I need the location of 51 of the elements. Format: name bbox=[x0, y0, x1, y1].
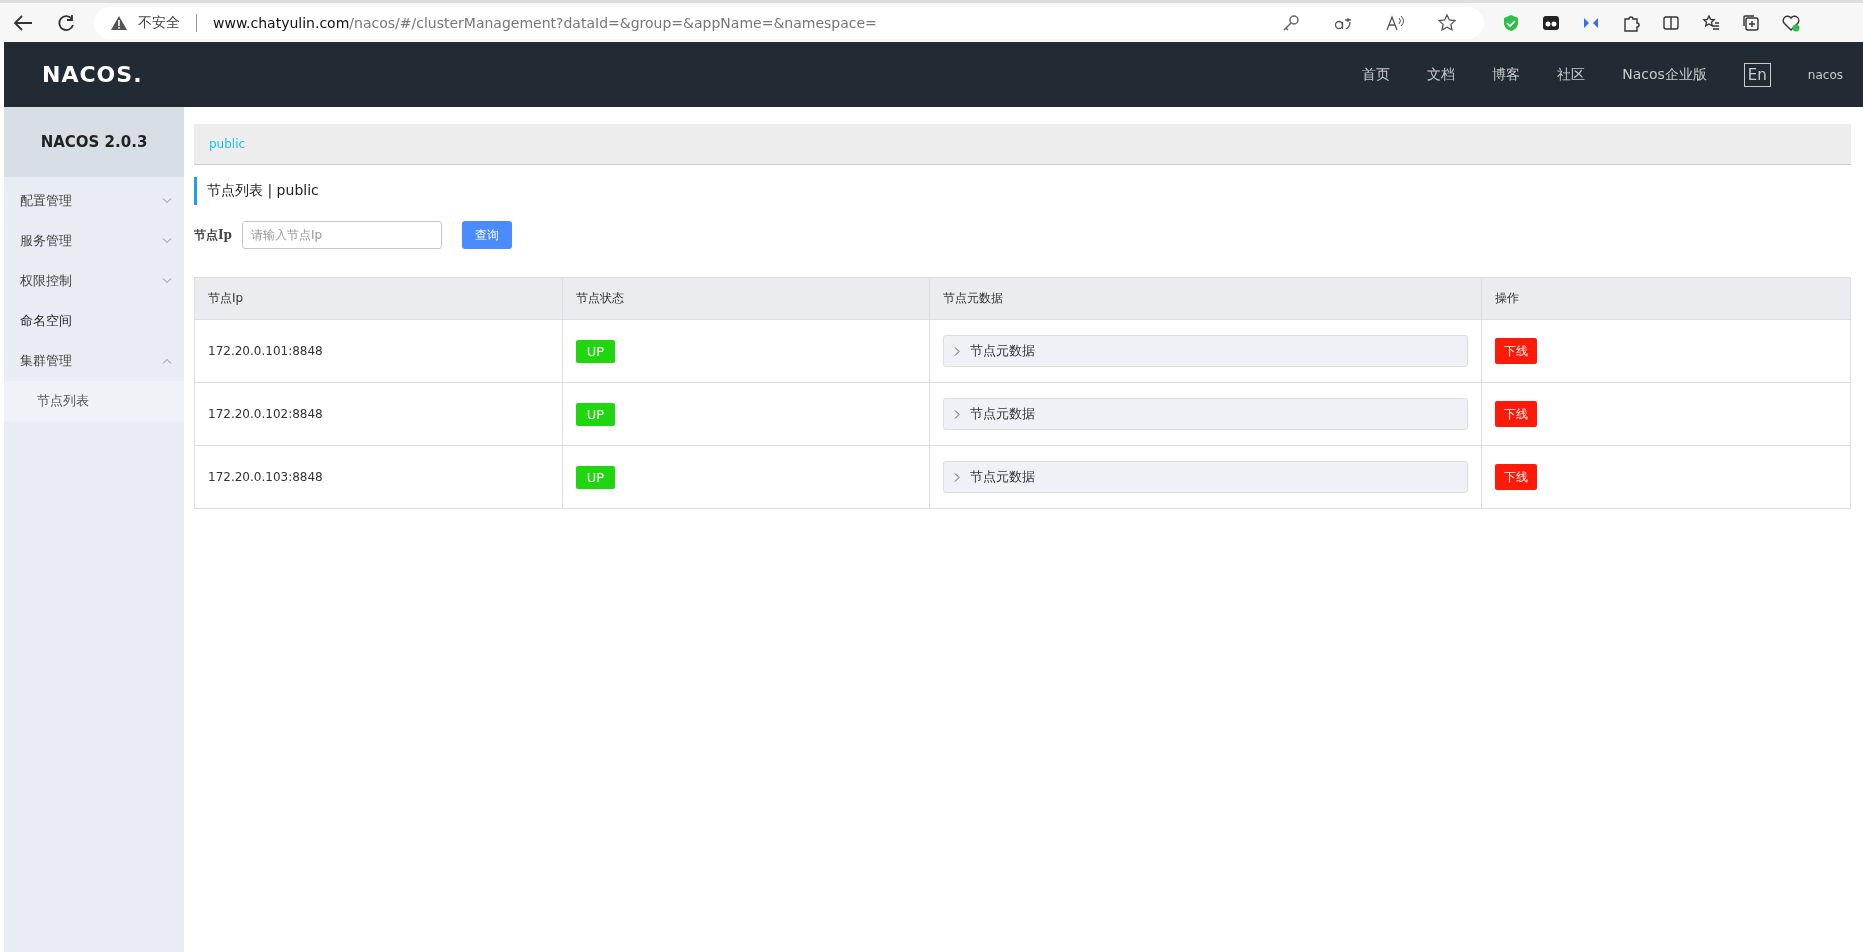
metadata-collapse[interactable]: 节点元数据 bbox=[943, 461, 1468, 493]
column-header: 节点状态 bbox=[562, 277, 930, 320]
language-toggle[interactable]: En bbox=[1743, 62, 1771, 87]
table-cell: 172.20.0.103:8848 bbox=[194, 445, 563, 509]
table-cell: 172.20.0.101:8848 bbox=[194, 319, 563, 383]
favorites-icon[interactable] bbox=[1702, 13, 1720, 32]
address-url[interactable]: www.chatyulin.com/nacos/#/clusterManagement?dataId=&group=&appName=&namespace= bbox=[213, 14, 877, 31]
column-header: 节点Ip bbox=[194, 277, 563, 320]
sidebar-item[interactable]: 配置管理 bbox=[4, 181, 184, 221]
sidebar-item[interactable]: 权限控制 bbox=[4, 261, 184, 301]
sidebar-item[interactable]: 服务管理 bbox=[4, 221, 184, 261]
metadata-collapse[interactable]: 节点元数据 bbox=[943, 398, 1468, 430]
nav-link[interactable]: 博客 bbox=[1492, 65, 1521, 84]
status-badge: UP bbox=[575, 402, 615, 426]
key-icon[interactable] bbox=[1282, 13, 1300, 32]
collections-icon[interactable] bbox=[1742, 13, 1760, 32]
nav-link[interactable]: 社区 bbox=[1557, 65, 1586, 84]
extension-badge-icon[interactable] bbox=[1542, 13, 1560, 32]
offline-button[interactable]: 下线 bbox=[1494, 338, 1537, 364]
reload-icon[interactable] bbox=[56, 12, 76, 33]
warning-icon bbox=[110, 14, 128, 31]
chevron-icon bbox=[954, 472, 961, 482]
field-label: 节点Ip bbox=[194, 226, 233, 244]
ip-search-field[interactable]: 请输入节点Ip bbox=[242, 221, 442, 249]
back-icon[interactable] bbox=[12, 12, 34, 33]
star-icon[interactable] bbox=[1438, 13, 1456, 32]
column-header: 操作 bbox=[1481, 277, 1851, 320]
sidebar-item[interactable]: 集群管理 bbox=[4, 341, 184, 381]
health-icon[interactable] bbox=[1782, 13, 1800, 32]
read-aloud-icon[interactable] bbox=[1386, 13, 1404, 32]
page-title: 节点列表 | public bbox=[194, 177, 1851, 205]
security-label[interactable]: 不安全 bbox=[138, 13, 180, 32]
status-badge: UP bbox=[575, 339, 615, 363]
chevron-icon bbox=[954, 409, 961, 419]
column-header: 节点元数据 bbox=[929, 277, 1482, 320]
nav-link[interactable]: 文档 bbox=[1427, 65, 1456, 84]
metadata-collapse[interactable]: 节点元数据 bbox=[943, 335, 1468, 367]
status-badge: UP bbox=[575, 465, 615, 489]
chevron-icon bbox=[954, 346, 961, 356]
offline-button[interactable]: 下线 bbox=[1494, 464, 1537, 490]
offline-button[interactable]: 下线 bbox=[1494, 401, 1537, 427]
product-version: NACOS 2.0.3 bbox=[4, 107, 184, 177]
sidebar-item[interactable]: 命名空间 bbox=[4, 301, 184, 341]
table-cell: 172.20.0.102:8848 bbox=[194, 382, 563, 446]
nav-link[interactable]: Nacos企业版 bbox=[1622, 65, 1707, 84]
sidebar-subitem[interactable]: 节点列表 bbox=[4, 381, 184, 421]
nav-link[interactable]: 首页 bbox=[1362, 65, 1391, 84]
puzzle-icon[interactable] bbox=[1622, 13, 1640, 32]
nacos-logo[interactable]: NACOS. bbox=[42, 62, 143, 87]
user-menu[interactable]: nacos bbox=[1807, 67, 1843, 82]
split-screen-icon[interactable] bbox=[1662, 13, 1680, 32]
